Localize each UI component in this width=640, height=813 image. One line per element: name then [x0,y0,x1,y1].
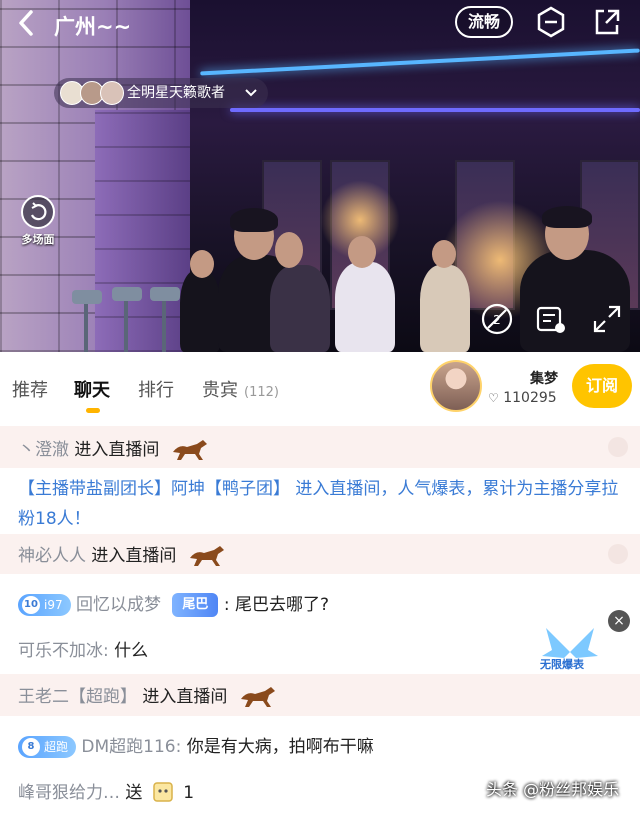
neon-light [200,48,640,76]
tab-vip-label: 贵宾 [202,380,238,401]
gift-animation[interactable]: 无限爆表 [538,622,602,676]
person-head [432,240,456,268]
host-avatar[interactable] [430,360,482,412]
gift-action: 送 [125,783,143,803]
svg-text:2: 2 [493,313,501,327]
chat-text: 进入直播间 [74,440,160,460]
chevron-down-icon [244,78,258,119]
gift-label: 无限爆表 [540,658,584,671]
tab-chat[interactable]: 聊天 [74,376,110,402]
avatar [100,81,124,105]
stool-leg [84,304,88,352]
fan-badge: 超跑 [44,740,69,754]
gift-icon [152,779,174,808]
level-number: 10 [22,596,40,614]
stool-leg [162,301,166,352]
multi-view-label: 多场面 [21,233,55,246]
chat-user[interactable]: 回忆以成梦 [76,595,161,615]
brick-pillar [95,110,190,352]
list-item[interactable]: 8 超跑 DM超跑116: 你是有大病，拍啊布干嘛 [0,726,640,766]
chevron-left-icon[interactable] [14,8,44,38]
gift-count: 1 [183,783,195,803]
room-title: 广州~~ [54,15,132,39]
chat-user[interactable]: 峰哥狠给力… [18,783,120,803]
chat-user[interactable]: DM超跑116: [81,737,181,757]
list-item[interactable]: 【主播带盐副团长】阿坤【鸭子团】 进入直播间，人气爆表，累计为主播分享拉粉18人… [0,472,640,538]
bar-stool [72,290,102,304]
camera-switch-icon [21,195,55,229]
level-badge: 10 i97 [18,594,71,616]
quote-icon [608,437,628,457]
list-item[interactable]: 王老二【超跑】 进入直播间 [0,674,640,716]
tab-recommend[interactable]: 推荐 [12,376,48,402]
share-icon[interactable] [590,5,624,39]
follow-button[interactable]: 订阅 [572,364,632,408]
hexagon-minus-icon[interactable] [534,5,568,39]
person-hair [230,208,278,232]
danmaku-settings-icon[interactable] [534,302,568,336]
multi-view-button[interactable]: 多场面 [12,195,64,247]
horse-icon [239,685,277,709]
chat-text: 进入直播间 [91,546,177,566]
system-message: 【主播带盐副团长】阿坤【鸭子团】 进入直播间，人气爆表，累计为主播分享拉粉18人… [18,479,619,529]
horse-icon [188,544,226,568]
bar-stool [112,287,142,301]
person [180,270,220,352]
person [520,250,630,352]
vip-count: (112) [244,385,279,400]
tab-indicator [86,408,100,413]
mute-icon[interactable]: 2 [480,302,514,336]
person-hair [542,206,592,228]
stool-leg [124,301,128,352]
heart-icon: ♡ [488,391,499,405]
fan-badge: i97 [44,598,63,612]
host-name: 集梦 [530,371,558,387]
watermark: 头条 @粉丝邦娱乐 [486,780,620,799]
person-head [275,232,303,268]
tab-ranking[interactable]: 排行 [138,376,174,402]
chat-text: 进入直播间 [142,687,228,707]
chat-user[interactable]: 可乐不加冰: [18,641,109,661]
person [270,265,330,352]
colon: : [223,595,230,615]
person [335,262,395,352]
horse-icon [171,438,209,462]
level-badge: 8 超跑 [18,736,77,758]
person [420,265,470,352]
list-item[interactable]: 神必人人 进入直播间 [0,534,640,574]
chat-user[interactable]: 王老二【超跑】 [18,687,137,707]
chat-text: 什么 [114,641,149,661]
live-video[interactable]: 广州~~ 流畅 全明星天籁歌者 多场面 2 [0,0,640,352]
chat-user[interactable]: 丶澄澈 [18,440,69,460]
close-icon[interactable]: × [608,610,630,632]
quote-icon [608,544,628,564]
tail-badge: 尾巴 [172,593,219,617]
host-fans-count: 110295 [503,390,557,406]
neon-light [230,108,640,112]
chat-text: 你是有大病，拍啊布干嘛 [186,737,374,757]
chat-user[interactable]: 神必人人 [18,546,86,566]
host-fans: ♡ 110295 [488,390,557,406]
level-number: 8 [22,738,40,756]
chat-text: 尾巴去哪了? [234,595,330,615]
list-item[interactable]: 10 i97 回忆以成梦 尾巴 : 尾巴去哪了? [0,584,640,624]
tab-vip[interactable]: 贵宾 (112) [202,376,279,402]
quality-button[interactable]: 流畅 [455,6,513,38]
list-item[interactable]: 丶澄澈 进入直播间 [0,426,640,468]
person-head [348,236,376,268]
person-head [190,250,214,278]
bar-stool [150,287,180,301]
fullscreen-icon[interactable] [590,302,624,336]
video-top-bar: 广州~~ 流畅 [0,0,640,48]
singers-pill[interactable]: 全明星天籁歌者 [54,78,268,108]
singers-label: 全明星天籁歌者 [127,85,225,101]
